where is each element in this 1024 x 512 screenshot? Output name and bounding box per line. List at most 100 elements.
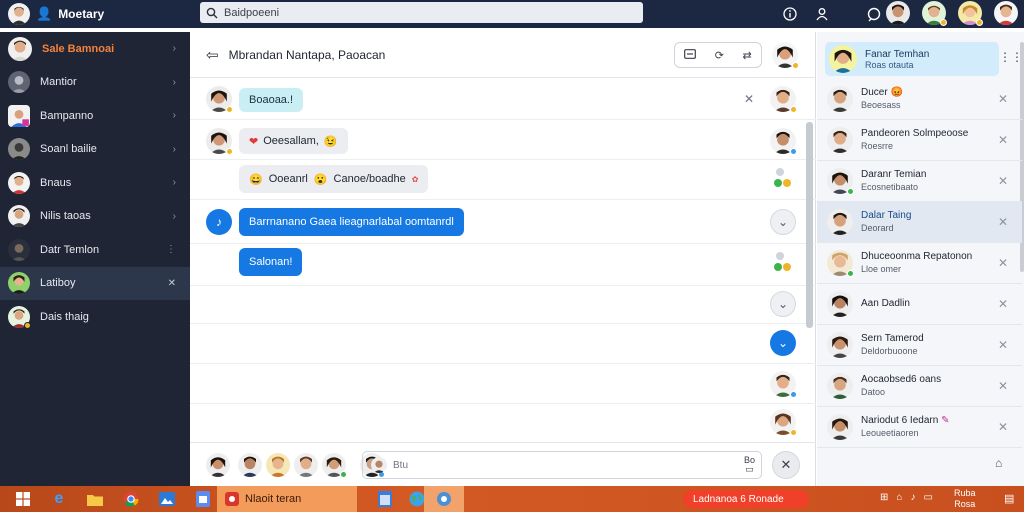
chevron-right-icon: › xyxy=(172,177,176,189)
close-icon[interactable]: ✕ xyxy=(168,278,176,289)
message-field[interactable]: Bo▭ xyxy=(362,451,762,479)
contact-avatar[interactable] xyxy=(886,1,910,25)
contact-avatar[interactable] xyxy=(994,1,1018,25)
tray-expand-icon[interactable]: ⊞ xyxy=(880,492,888,503)
contact-row[interactable]: Ducer 😡 Beoesass ✕ xyxy=(817,79,1022,120)
sidebar-item-nilis[interactable]: Nilis taoas › xyxy=(0,200,190,234)
close-icon[interactable]: ✕ xyxy=(744,92,754,106)
app-icon: 👤 xyxy=(36,6,53,21)
window-icon[interactable] xyxy=(684,48,697,62)
sidebar-item-dais[interactable]: Dais thaig xyxy=(0,300,190,334)
more-vertical-icon[interactable]: ⋮ xyxy=(166,244,176,255)
photos-icon[interactable] xyxy=(154,486,180,512)
avatar[interactable] xyxy=(266,453,290,477)
browser-edge-icon[interactable]: e xyxy=(46,486,72,512)
contact-row[interactable]: Dhuceoonma Repatonon Lloe omer ✕ xyxy=(817,243,1022,284)
search-icon xyxy=(206,7,218,18)
sidebar-item-latiboy[interactable]: Latiboy ✕ xyxy=(0,266,190,300)
message-bubble[interactable]: 😄 Ooeanrl 😮 Canoe/boadhe ✿ xyxy=(239,165,429,193)
message-bubble[interactable]: Salonan! xyxy=(239,248,303,276)
close-icon[interactable]: ✕ xyxy=(998,379,1008,393)
close-icon[interactable]: ✕ xyxy=(998,133,1008,147)
user-avatar[interactable] xyxy=(8,3,30,25)
message-bubble[interactable]: Boaoaa.! xyxy=(239,88,304,112)
refresh-icon[interactable]: ⟳ xyxy=(715,49,724,62)
close-icon[interactable]: ✕ xyxy=(998,174,1008,188)
clock[interactable]: Ruba Rosa xyxy=(954,488,976,510)
contact-status: Deldorbuoone xyxy=(861,346,918,357)
app-title: Moetary xyxy=(58,7,105,21)
avatar xyxy=(827,126,853,153)
contact-row[interactable]: Sern Tamerod Deldorbuoone ✕ xyxy=(817,325,1022,366)
start-icon[interactable] xyxy=(10,486,36,512)
battery-icon[interactable]: ▭ xyxy=(923,492,932,503)
chevron-down-icon[interactable]: ⌄ xyxy=(770,330,796,356)
notifications-icon[interactable]: ▤ xyxy=(1004,492,1014,505)
message-row: 😄 Ooeanrl 😮 Canoe/boadhe ✿ xyxy=(190,160,816,200)
close-icon[interactable]: ✕ xyxy=(998,338,1008,352)
chat-search-icon[interactable] xyxy=(864,4,884,24)
contact-row[interactable]: Aan Dadlin ✕ xyxy=(817,284,1022,325)
close-icon[interactable]: ✕ xyxy=(998,297,1008,311)
chrome-icon[interactable] xyxy=(118,486,144,512)
close-icon[interactable]: ✕ xyxy=(998,256,1008,270)
avatar xyxy=(8,171,30,194)
sidebar-item-bnaus[interactable]: Bnaus › xyxy=(0,166,190,200)
user-icon[interactable] xyxy=(812,4,832,24)
chevron-down-icon[interactable]: ⌄ xyxy=(770,291,796,317)
sidebar-item-bampanno[interactable]: Bampanno › xyxy=(0,99,190,133)
message-input[interactable] xyxy=(393,459,733,471)
contact-avatar[interactable] xyxy=(958,1,983,26)
avatar[interactable] xyxy=(322,453,347,478)
contact-row[interactable]: Aocaobsed6 oans Datoo ✕ xyxy=(817,366,1022,407)
avatar xyxy=(206,128,233,155)
contact-avatar[interactable] xyxy=(922,1,947,26)
close-icon[interactable]: ✕ xyxy=(998,92,1008,106)
store-icon[interactable] xyxy=(190,486,216,512)
reply-icon[interactable]: ♪ xyxy=(206,209,232,235)
volume-icon[interactable]: ♪ xyxy=(910,492,915,503)
avatar[interactable] xyxy=(238,453,262,477)
close-icon[interactable]: ✕ xyxy=(772,451,800,479)
sidebar-item-mantior[interactable]: Mantior › xyxy=(0,66,190,100)
contact-row[interactable]: Daranr Temian Ecosnetibaato ✕ xyxy=(817,161,1022,202)
collapse-icon[interactable]: ⌂ xyxy=(995,456,1002,470)
app-icon xyxy=(225,492,239,506)
chat-header-avatar[interactable] xyxy=(772,42,799,69)
settings-app-icon[interactable] xyxy=(424,486,464,512)
avatar[interactable] xyxy=(206,453,230,477)
sidebar-item-soanl[interactable]: Soanl bailie › xyxy=(0,133,190,167)
contact-row[interactable]: Nariodut 6 Iedarn ✎ Leoueetiaoren ✕ xyxy=(817,407,1022,448)
folder-icon[interactable] xyxy=(82,486,108,512)
taskbar-active-app[interactable]: Nlaoit teran xyxy=(217,486,357,512)
message-bubble[interactable]: ❤ Oeesallam, 😉 xyxy=(239,128,348,154)
network-icon[interactable]: ⌂ xyxy=(896,492,902,503)
contact-row[interactable]: Pandeoren Solmpeoose Roesrre ✕ xyxy=(817,120,1022,161)
chat-scrollbar[interactable] xyxy=(806,122,813,328)
notification-pill[interactable]: Ladnanoa 6 Ronade xyxy=(683,490,809,508)
info-icon[interactable] xyxy=(780,4,800,24)
chevron-right-icon: › xyxy=(172,76,176,88)
sidebar-item-datr[interactable]: Datr Temlon ⋮ xyxy=(0,233,190,267)
calendar-icon[interactable] xyxy=(372,486,398,512)
chevron-down-icon[interactable]: ⌄ xyxy=(770,209,796,235)
search-bar[interactable] xyxy=(200,2,643,23)
share-icon[interactable]: ⇄ xyxy=(743,49,752,62)
close-icon[interactable]: ✕ xyxy=(998,420,1008,434)
avatar xyxy=(770,409,797,436)
contact-row[interactable]: Dalar Taing Deorard ✕ xyxy=(817,202,1022,243)
close-icon[interactable]: ✕ xyxy=(998,215,1008,229)
avatar[interactable] xyxy=(294,453,318,477)
sidebar-item-label: Sale Bamnoai xyxy=(42,42,115,55)
composer-hint-text: Bo xyxy=(743,455,755,465)
taskbar: e Nlaoit teran Ladnanoa 6 Ronade ⊞ ⌂ ♪ ▭… xyxy=(0,486,1024,512)
back-icon[interactable]: ⇦ xyxy=(206,46,219,64)
app-logo[interactable]: 👤 Moetary xyxy=(0,3,190,25)
contacts-header[interactable]: Fanar Temhan Roas otauta xyxy=(825,42,999,76)
message-bubble[interactable]: Barrnanano Gaea lieagnarlabal oomtanrdl xyxy=(239,208,464,236)
message-row: ⌄ xyxy=(190,286,816,324)
contact-status: Deorard xyxy=(861,223,894,234)
sidebar-item-sale[interactable]: Sale Bamnoai › xyxy=(0,32,190,66)
search-input[interactable] xyxy=(224,6,624,19)
avatar xyxy=(8,272,30,295)
